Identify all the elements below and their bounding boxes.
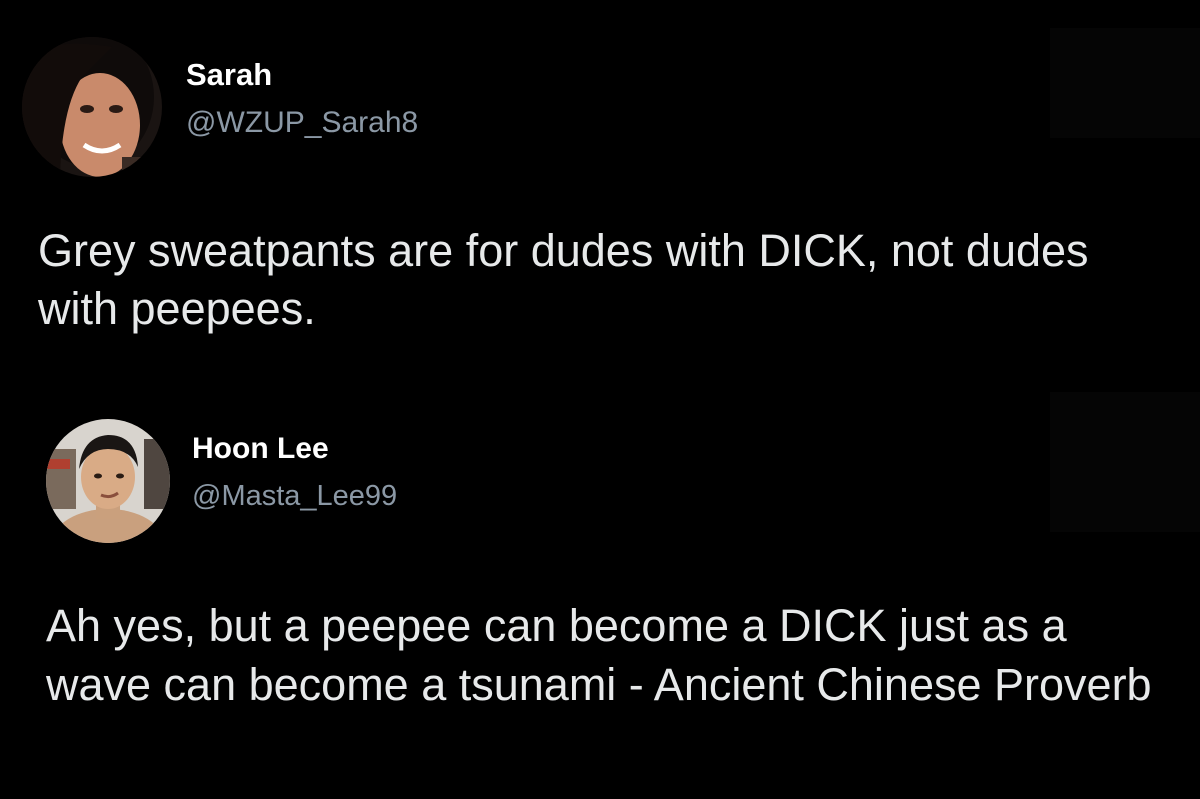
profile-photo-icon bbox=[46, 419, 170, 543]
tweet-text: Grey sweatpants are for dudes with DICK,… bbox=[38, 225, 1089, 334]
user-handle[interactable]: @Masta_Lee99 bbox=[192, 480, 397, 513]
avatar[interactable] bbox=[22, 37, 162, 177]
tweet-card[interactable]: Hoon Lee @Masta_Lee99 Ah yes, but a peep… bbox=[0, 400, 1200, 799]
avatar[interactable] bbox=[46, 419, 170, 543]
display-name[interactable]: Hoon Lee bbox=[192, 432, 329, 466]
profile-photo-icon bbox=[22, 37, 162, 177]
user-handle[interactable]: @WZUP_Sarah8 bbox=[186, 106, 418, 140]
display-name[interactable]: Sarah bbox=[186, 57, 272, 93]
tweet-card[interactable]: Sarah @WZUP_Sarah8 Grey sweatpants are f… bbox=[0, 0, 1200, 380]
tweet-text: Ah yes, but a peepee can become a DICK j… bbox=[46, 600, 1152, 710]
